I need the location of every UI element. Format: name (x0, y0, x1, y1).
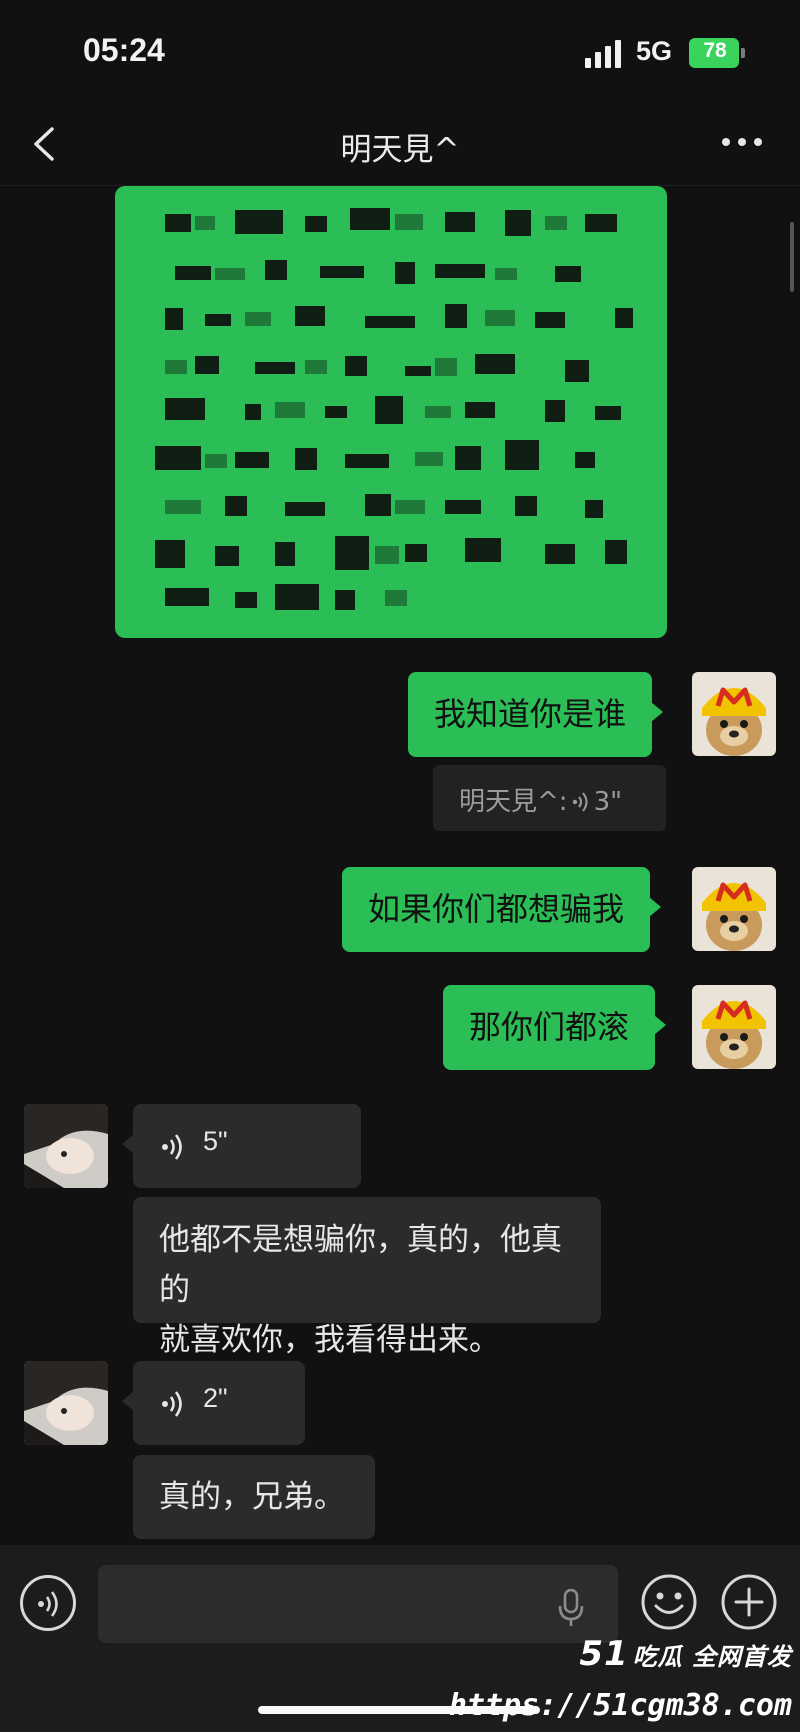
message-text: 那你们都滚 (469, 1008, 630, 1046)
watermark: 51 吃瓜 全网首发 https://51cgm38.com (449, 1622, 800, 1732)
network-label: 5G (636, 36, 673, 66)
transcript-duration: 3" (593, 787, 623, 817)
transcript-label: 明天見^: 3" (459, 781, 622, 818)
transcript-sender: 明天見^ (459, 787, 559, 817)
scroll-indicator[interactable] (790, 222, 794, 292)
message-text-line: 他都不是想骗你，真的，他真的 (159, 1222, 562, 1308)
voice-duration: 2" (203, 1383, 228, 1413)
home-indicator[interactable] (258, 1706, 540, 1714)
signal-icon (585, 40, 621, 68)
status-time: 05:24 (83, 32, 165, 68)
redacted-message-bubble (115, 186, 667, 638)
incoming-message-bubble[interactable]: 他都不是想骗你，真的，他真的 就喜欢你，我看得出来。 (133, 1197, 601, 1358)
voice-wave-icon (162, 1391, 182, 1417)
mosaic-redaction (155, 208, 633, 610)
outgoing-message-bubble[interactable]: 如果你们都想骗我 (342, 867, 662, 952)
chat-title: 明天見^ (340, 132, 460, 168)
battery-indicator: 78 (689, 38, 745, 68)
battery-level: 78 (703, 39, 727, 62)
outgoing-message-bubble[interactable]: 我知道你是谁 (408, 672, 664, 757)
chat-header: 明天見^ (0, 110, 800, 186)
incoming-message-bubble[interactable]: 真的，兄弟。 (133, 1455, 375, 1539)
voice-wave-icon (162, 1134, 182, 1160)
transcript-separator: : (558, 787, 568, 817)
voice-wave-icon (572, 792, 588, 812)
message-text-line: 就喜欢你，我看得出来。 (159, 1322, 500, 1358)
voice-duration: 5" (203, 1126, 228, 1156)
voice-transcript[interactable]: 明天見^: 3" (433, 765, 666, 831)
status-bar: 05:24 5G 78 (0, 0, 800, 110)
contact-avatar[interactable] (24, 1104, 108, 1188)
message-text: 我知道你是谁 (434, 695, 627, 733)
my-avatar[interactable] (692, 985, 776, 1069)
my-avatar[interactable] (692, 672, 776, 756)
message-text: 真的，兄弟。 (159, 1479, 345, 1515)
watermark-brand: 51 吃瓜 全网首发 (579, 1634, 792, 1674)
voice-toggle-button[interactable] (20, 1575, 76, 1631)
incoming-voice-message[interactable]: 5" (122, 1104, 361, 1188)
outgoing-message-bubble[interactable]: 那你们都滚 (443, 985, 667, 1070)
contact-avatar[interactable] (24, 1361, 108, 1445)
incoming-voice-message[interactable]: 2" (122, 1361, 305, 1445)
message-text: 如果你们都想骗我 (368, 890, 625, 928)
my-avatar[interactable] (692, 867, 776, 951)
voice-toggle-icon (38, 1591, 58, 1617)
more-icon[interactable] (720, 134, 764, 150)
